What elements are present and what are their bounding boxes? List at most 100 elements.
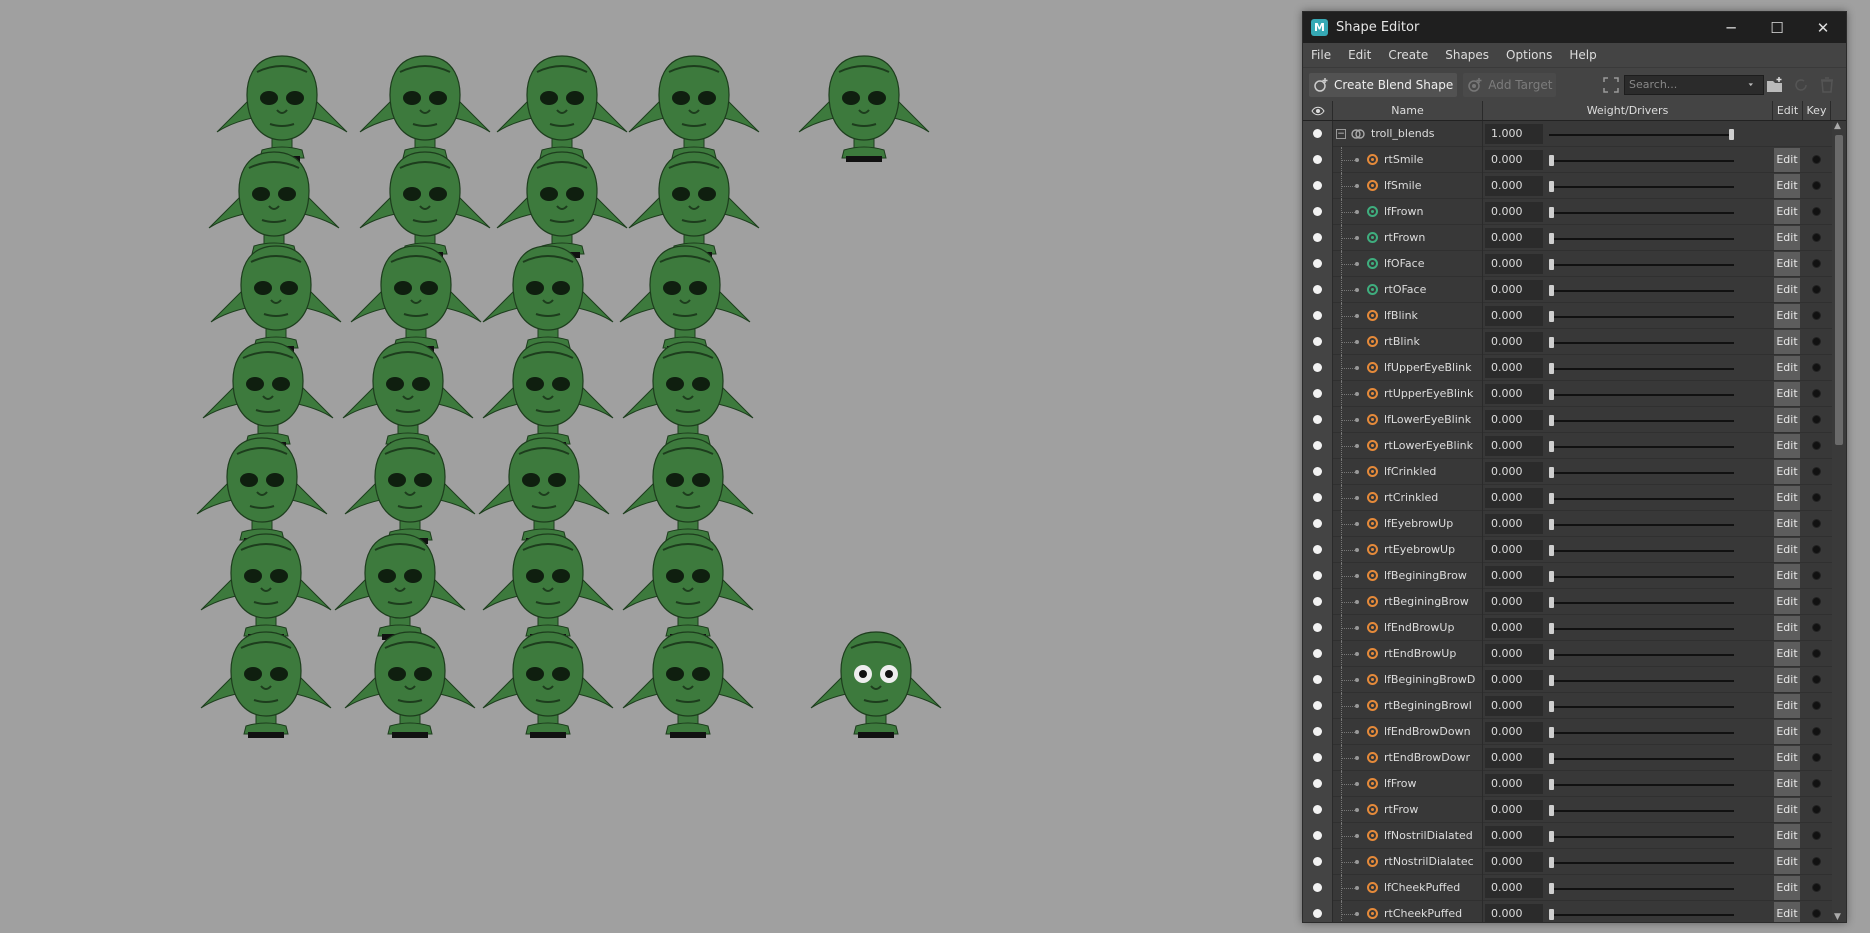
weight-field[interactable]: 0.000 <box>1485 799 1543 820</box>
slider-handle[interactable] <box>1549 570 1554 582</box>
collapse-icon[interactable]: − <box>1336 128 1346 139</box>
edit-button[interactable]: Edit <box>1774 433 1800 458</box>
key-column-header[interactable]: Key <box>1803 101 1831 120</box>
target-row[interactable]: lfOFace 0.000 Edit <box>1303 250 1832 277</box>
name-cell[interactable]: rtBeginingBrowl <box>1333 692 1483 719</box>
weight-field[interactable]: 0.000 <box>1485 331 1543 352</box>
visibility-toggle[interactable] <box>1303 848 1333 875</box>
name-cell[interactable]: rtEndBrowUp <box>1333 640 1483 667</box>
name-cell[interactable]: rtCrinkled <box>1333 484 1483 511</box>
scroll-thumb[interactable] <box>1835 135 1843 445</box>
search-input[interactable] <box>1624 74 1764 95</box>
troll-head-model[interactable] <box>196 628 336 743</box>
menu-edit[interactable]: Edit <box>1348 48 1371 62</box>
visibility-toggle[interactable] <box>1303 172 1333 199</box>
weight-slider[interactable] <box>1549 826 1734 846</box>
slider-handle[interactable] <box>1549 544 1554 556</box>
slider-handle[interactable] <box>1549 154 1554 166</box>
name-cell[interactable]: lfLowerEyeBlink <box>1333 406 1483 433</box>
key-button[interactable] <box>1811 363 1821 372</box>
scroll-up-arrow[interactable]: ▲ <box>1834 121 1841 131</box>
target-row[interactable]: lfEyebrowUp 0.000 Edit <box>1303 510 1832 537</box>
visibility-toggle[interactable] <box>1303 354 1333 381</box>
target-row[interactable]: rtNostrilDialatec 0.000 Edit <box>1303 848 1832 875</box>
weight-slider[interactable] <box>1549 566 1734 586</box>
edit-button[interactable]: Edit <box>1774 329 1800 354</box>
target-row[interactable]: rtEndBrowDowr 0.000 Edit <box>1303 744 1832 771</box>
target-row[interactable]: lfFrow 0.000 Edit <box>1303 770 1832 797</box>
create-blend-shape-button[interactable]: Create Blend Shape <box>1309 72 1458 97</box>
name-cell[interactable]: rtCheekPuffed <box>1333 900 1483 922</box>
slider-handle[interactable] <box>1549 674 1554 686</box>
edit-column-header[interactable]: Edit <box>1773 101 1803 120</box>
weight-slider[interactable] <box>1549 722 1734 742</box>
visibility-toggle[interactable] <box>1303 822 1333 849</box>
slider-handle[interactable] <box>1549 466 1554 478</box>
vertical-scrollbar[interactable]: ▲ ▼ <box>1832 121 1846 922</box>
edit-button[interactable]: Edit <box>1774 615 1800 640</box>
visibility-toggle[interactable] <box>1303 874 1333 901</box>
weight-field[interactable]: 0.000 <box>1485 409 1543 430</box>
name-cell[interactable]: rtBlink <box>1333 328 1483 355</box>
edit-button[interactable]: Edit <box>1774 667 1800 692</box>
weight-slider[interactable] <box>1549 254 1734 274</box>
target-row[interactable]: lfEndBrowUp 0.000 Edit <box>1303 614 1832 641</box>
slider-handle[interactable] <box>1549 596 1554 608</box>
add-target-button[interactable]: Add Target <box>1463 72 1557 97</box>
name-cell[interactable]: rtNostrilDialatec <box>1333 848 1483 875</box>
weight-field[interactable]: 0.000 <box>1485 201 1543 222</box>
edit-button[interactable]: Edit <box>1774 771 1800 796</box>
edit-button[interactable]: Edit <box>1774 407 1800 432</box>
slider-handle[interactable] <box>1549 648 1554 660</box>
name-cell[interactable]: lfBlink <box>1333 302 1483 329</box>
key-button[interactable] <box>1811 493 1821 502</box>
key-button[interactable] <box>1811 181 1821 190</box>
menu-options[interactable]: Options <box>1506 48 1552 62</box>
key-button[interactable] <box>1811 519 1821 528</box>
visibility-toggle[interactable] <box>1303 224 1333 251</box>
key-button[interactable] <box>1811 415 1821 424</box>
edit-button[interactable]: Edit <box>1774 511 1800 536</box>
key-button[interactable] <box>1811 675 1821 684</box>
edit-button[interactable]: Edit <box>1774 849 1800 874</box>
key-button[interactable] <box>1811 753 1821 762</box>
visibility-toggle[interactable] <box>1303 276 1333 303</box>
key-button[interactable] <box>1811 701 1821 710</box>
target-row[interactable]: rtFrow 0.000 Edit <box>1303 796 1832 823</box>
search-dropdown-icon[interactable] <box>1748 76 1758 94</box>
edit-button[interactable]: Edit <box>1774 823 1800 848</box>
weight-slider[interactable] <box>1549 904 1734 923</box>
weight-field[interactable]: 0.000 <box>1485 695 1543 716</box>
edit-button[interactable]: Edit <box>1774 355 1800 380</box>
visibility-toggle[interactable] <box>1303 484 1333 511</box>
weight-field[interactable]: 0.000 <box>1485 513 1543 534</box>
name-cell[interactable]: rtUpperEyeBlink <box>1333 380 1483 407</box>
weight-field[interactable]: 1.000 <box>1485 123 1543 144</box>
edit-button[interactable]: Edit <box>1774 537 1800 562</box>
visibility-toggle[interactable] <box>1303 328 1333 355</box>
slider-handle[interactable] <box>1549 778 1554 790</box>
target-row[interactable]: rtBeginingBrow 0.000 Edit <box>1303 588 1832 615</box>
key-button[interactable] <box>1811 857 1821 866</box>
weight-slider[interactable] <box>1549 228 1734 248</box>
visibility-toggle[interactable] <box>1303 510 1333 537</box>
target-row[interactable]: rtFrown 0.000 Edit <box>1303 224 1832 251</box>
slider-handle[interactable] <box>1549 180 1554 192</box>
target-row[interactable]: rtCrinkled 0.000 Edit <box>1303 484 1832 511</box>
weight-slider[interactable] <box>1549 696 1734 716</box>
edit-button[interactable]: Edit <box>1774 563 1800 588</box>
weight-field[interactable]: 0.000 <box>1485 643 1543 664</box>
target-row[interactable]: rtCheekPuffed 0.000 Edit <box>1303 900 1832 923</box>
name-cell[interactable]: lfCrinkled <box>1333 458 1483 485</box>
key-button[interactable] <box>1811 571 1821 580</box>
target-row[interactable]: rtOFace 0.000 Edit <box>1303 276 1832 303</box>
visibility-toggle[interactable] <box>1303 536 1333 563</box>
weight-field[interactable]: 0.000 <box>1485 773 1543 794</box>
weight-slider[interactable] <box>1549 384 1734 404</box>
weight-field[interactable]: 0.000 <box>1485 877 1543 898</box>
visibility-toggle[interactable] <box>1303 458 1333 485</box>
weight-slider[interactable] <box>1549 748 1734 768</box>
tree-connector[interactable]: − <box>1333 121 1367 147</box>
visibility-toggle[interactable] <box>1303 770 1333 797</box>
target-row[interactable]: lfUpperEyeBlink 0.000 Edit <box>1303 354 1832 381</box>
